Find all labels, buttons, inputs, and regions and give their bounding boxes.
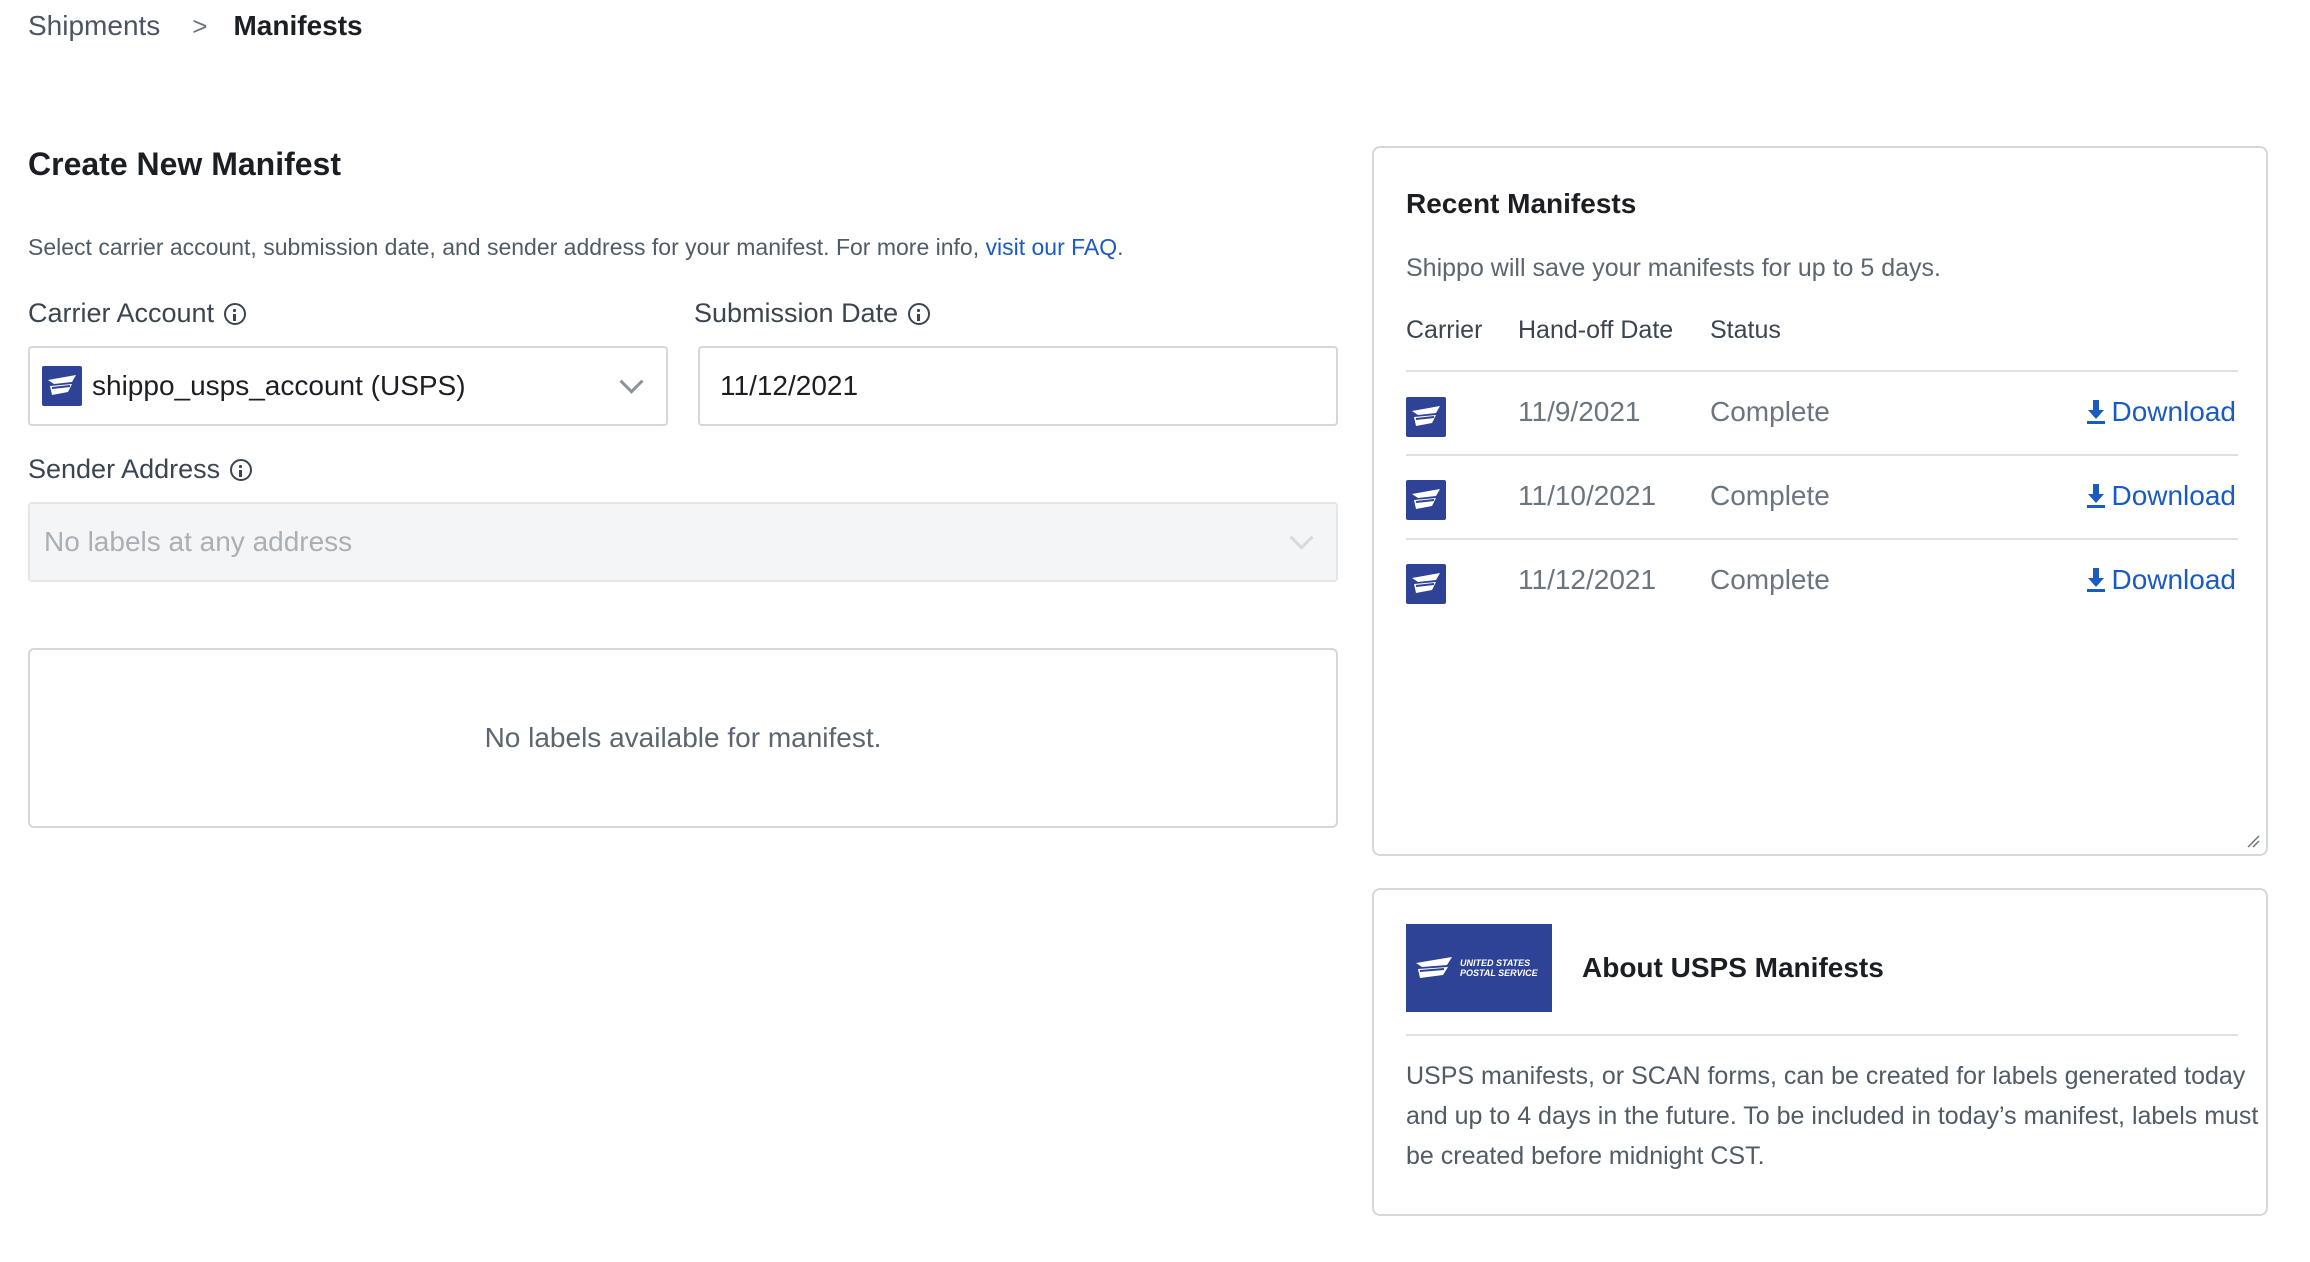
carrier-account-select[interactable]: shippo_usps_account (USPS) xyxy=(28,346,668,426)
recent-manifests-card: Recent Manifests Shippo will save your m… xyxy=(1372,146,2268,856)
carrier-account-label-text: Carrier Account xyxy=(28,298,215,328)
submission-date-value: 11/12/2021 xyxy=(720,370,859,401)
recent-manifests-title: Recent Manifests xyxy=(1406,188,1637,219)
usps-eagle-icon xyxy=(1406,480,1446,520)
submission-date-input[interactable]: 11/12/2021 xyxy=(698,346,1338,426)
breadcrumb-current: Manifests xyxy=(233,10,363,41)
carrier-account-value: shippo_usps_account (USPS) xyxy=(92,370,466,401)
chevron-down-icon xyxy=(1289,525,1314,550)
column-header-status: Status xyxy=(1710,316,1781,344)
download-link[interactable]: Download xyxy=(2085,396,2236,428)
sender-address-placeholder: No labels at any address xyxy=(44,526,353,557)
usps-logo-text: UNITED STATES POSTAL SERVICE xyxy=(1460,958,1538,978)
labels-empty-state: No labels available for manifest. xyxy=(28,648,1338,828)
download-label: Download xyxy=(2111,564,2236,595)
chevron-down-icon xyxy=(619,369,644,394)
empty-message: No labels available for manifest. xyxy=(484,722,882,753)
handoff-date: 11/10/2021 xyxy=(1518,480,1657,511)
description-text: Select carrier account, submission date,… xyxy=(28,234,986,260)
breadcrumb-shipments-link[interactable]: Shipments xyxy=(28,10,160,42)
recent-manifests-subtitle: Shippo will save your manifests for up t… xyxy=(1406,254,1941,282)
usps-logo-line2: POSTAL SERVICE xyxy=(1460,968,1538,978)
sender-address-label: Sender Address xyxy=(28,454,253,485)
sender-address-label-text: Sender Address xyxy=(28,454,221,484)
usps-logo-line1: UNITED STATES xyxy=(1460,958,1531,968)
status-text: Complete xyxy=(1710,480,1830,511)
usps-eagle-icon xyxy=(1416,957,1452,978)
handoff-date: 11/9/2021 xyxy=(1518,396,1641,427)
breadcrumb: Shipments > Manifests xyxy=(28,6,363,46)
download-link[interactable]: Download xyxy=(2085,564,2236,596)
submission-date-label: Submission Date xyxy=(694,298,931,329)
faq-link[interactable]: visit our FAQ xyxy=(986,234,1118,260)
about-usps-card: UNITED STATES POSTAL SERVICE About USPS … xyxy=(1372,888,2268,1216)
create-manifest-description: Select carrier account, submission date,… xyxy=(28,234,1124,261)
sender-address-select: No labels at any address xyxy=(28,502,1338,582)
info-icon[interactable] xyxy=(908,302,931,325)
download-link[interactable]: Download xyxy=(2085,480,2236,512)
divider xyxy=(1406,454,2238,456)
submission-date-label-text: Submission Date xyxy=(694,298,899,328)
usps-eagle-icon xyxy=(1406,564,1446,604)
download-icon xyxy=(2085,482,2107,510)
usps-logo: UNITED STATES POSTAL SERVICE xyxy=(1406,924,1552,1012)
download-icon xyxy=(2085,398,2107,426)
download-icon xyxy=(2085,566,2107,594)
column-header-handoff-date: Hand-off Date xyxy=(1518,316,1674,344)
column-header-carrier: Carrier xyxy=(1406,316,1483,344)
about-usps-title: About USPS Manifests xyxy=(1582,952,1884,983)
download-label: Download xyxy=(2111,396,2236,427)
download-label: Download xyxy=(2111,480,2236,511)
carrier-account-label: Carrier Account xyxy=(28,298,247,329)
divider xyxy=(1406,538,2238,540)
status-text: Complete xyxy=(1710,564,1830,595)
divider xyxy=(1406,370,2238,372)
usps-eagle-icon xyxy=(42,366,82,406)
resize-handle-icon[interactable] xyxy=(2246,834,2260,848)
create-manifest-title: Create New Manifest xyxy=(28,146,341,182)
handoff-date: 11/12/2021 xyxy=(1518,564,1657,595)
status-text: Complete xyxy=(1710,396,1830,427)
info-icon[interactable] xyxy=(230,458,253,481)
info-icon[interactable] xyxy=(224,302,247,325)
divider xyxy=(1406,1034,2238,1036)
chevron-right-icon: > xyxy=(192,10,208,41)
description-end: . xyxy=(1117,234,1124,260)
usps-eagle-icon xyxy=(1406,397,1446,437)
about-usps-body: USPS manifests, or SCAN forms, can be cr… xyxy=(1406,1062,2259,1170)
